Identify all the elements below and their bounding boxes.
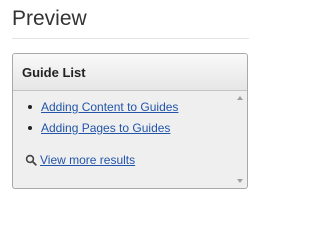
guide-link-adding-pages[interactable]: Adding Pages to Guides [41,121,170,135]
preview-page: Preview Guide List Adding Content to Gui… [0,0,267,201]
widget-header: Guide List [13,54,247,91]
widget-title: Guide List [22,65,86,80]
chevron-up-icon[interactable] [237,96,243,100]
title-divider [12,38,249,39]
page-title: Preview [12,7,87,30]
bullet [28,126,32,130]
widget-body: Adding Content to Guides Adding Pages to… [13,91,247,188]
guide-list-widget: Guide List Adding Content to Guides Addi… [12,53,248,189]
search-icon [25,154,37,166]
guide-link-adding-content[interactable]: Adding Content to Guides [41,100,178,114]
chevron-down-icon[interactable] [237,179,243,183]
view-more-results-link[interactable]: View more results [40,153,135,167]
bullet [28,105,32,109]
